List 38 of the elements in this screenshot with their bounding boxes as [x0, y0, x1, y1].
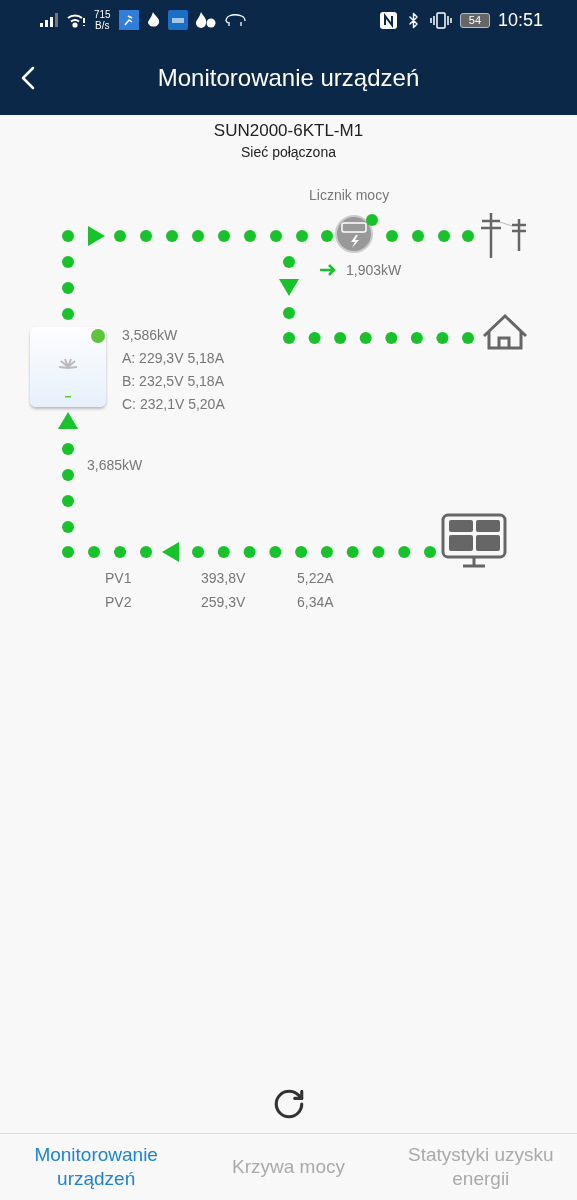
flow-direction-arrow-icon — [318, 263, 336, 277]
up-arrow-icon — [58, 412, 78, 429]
tab[interactable]: Monitorowanie urządzeń — [0, 1134, 193, 1200]
nfc-icon — [379, 11, 397, 29]
network-speed-unit: B/s — [95, 20, 110, 31]
bank-app-icon — [167, 10, 188, 30]
wifi-icon — [66, 12, 86, 28]
tab[interactable]: Statystyki uzysku energii — [384, 1134, 577, 1200]
pv-string-name: PV1 — [105, 570, 132, 586]
phase-reading: A: 229,3V 5,18A — [122, 350, 224, 366]
signal-icon — [40, 13, 58, 27]
phase-reading: B: 232,5V 5,18A — [122, 373, 224, 389]
pv-power: 3,685kW — [87, 457, 143, 473]
meter-power: 1,903kW — [346, 262, 402, 278]
house-icon — [482, 313, 528, 350]
power-pole-icon — [479, 211, 528, 260]
power-meter-icon — [335, 214, 378, 253]
phase-reading: C: 232,1V 5,20A — [122, 396, 225, 412]
device-status: Sieć połączona — [241, 144, 336, 160]
down-arrow-icon — [279, 279, 299, 296]
pv-voltage: 393,8V — [201, 570, 246, 586]
running-app-icon — [118, 10, 139, 30]
vibrate-icon — [429, 11, 452, 29]
pv-string-name: PV2 — [105, 594, 132, 610]
pv-current: 5,22A — [297, 570, 334, 586]
meter-label: Licznik mocy — [309, 187, 390, 203]
pv-voltage: 259,3V — [201, 594, 246, 610]
pv-current: 6,34A — [297, 594, 334, 610]
device-name: SUN2000-6KTL-M1 — [213, 121, 364, 141]
tab[interactable]: Krzywa mocy — [192, 1134, 385, 1200]
inverter-power: 3,586kW — [122, 327, 178, 343]
right-arrow-icon — [88, 226, 105, 246]
page-title: Monitorowanie urządzeń — [157, 63, 420, 92]
battery-level: 54 — [459, 12, 490, 28]
solar-panel-icon — [441, 513, 507, 568]
left-arrow-icon — [162, 542, 179, 562]
network-speed: 715 — [94, 9, 111, 20]
clock: 10:51 — [497, 9, 543, 31]
